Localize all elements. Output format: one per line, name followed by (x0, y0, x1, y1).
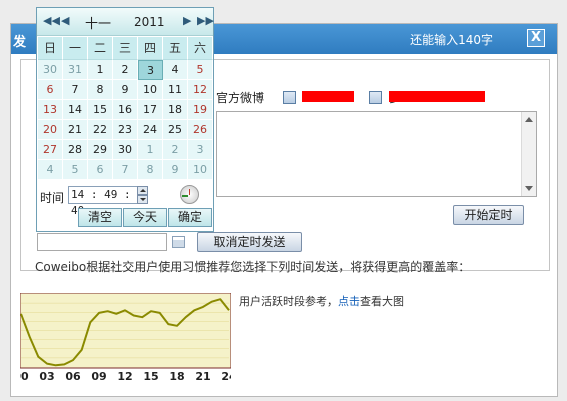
weekday-header: 日 (38, 37, 63, 60)
calendar-day[interactable]: 8 (138, 160, 163, 180)
scroll-up-arrow-icon[interactable] (525, 117, 533, 122)
calendar-year[interactable]: 2011 (134, 15, 165, 29)
calendar-day[interactable]: 29 (88, 140, 113, 160)
prev-month-icon[interactable]: ◀ (61, 14, 69, 27)
activity-caption: 用户活跃时段参考，点击查看大图 (239, 293, 404, 309)
calendar-day[interactable]: 9 (113, 80, 138, 100)
chart-tick-label: 24 (221, 370, 231, 383)
chart-tick-label: 21 (195, 370, 210, 383)
calendar-day[interactable]: 17 (138, 100, 163, 120)
account-label: 官方微博 (216, 91, 265, 105)
calendar-day[interactable]: 5 (63, 160, 88, 180)
message-textarea[interactable] (216, 111, 537, 197)
calendar-day[interactable]: 7 (113, 160, 138, 180)
time-label: 时间 (40, 191, 65, 205)
calendar-day[interactable]: 2 (163, 140, 188, 160)
dialog-title: 发 (13, 35, 27, 50)
calendar-day[interactable]: 3 (188, 140, 213, 160)
calendar-day[interactable]: 14 (63, 100, 88, 120)
chart-tick-label: 12 (117, 370, 132, 383)
calendar-day[interactable]: 20 (38, 120, 63, 140)
char-count: 还能输入140字 (410, 33, 493, 47)
weekday-header: 二 (88, 37, 113, 60)
calendar-day[interactable]: 10 (138, 80, 163, 100)
calendar-day[interactable]: 16 (113, 100, 138, 120)
calendar-day[interactable]: 27 (38, 140, 63, 160)
weekday-header: 六 (188, 37, 213, 60)
redacted-account-1 (302, 91, 354, 102)
weekday-header: 五 (163, 37, 188, 60)
chart-tick-label: 03 (39, 370, 54, 383)
cancel-schedule-button[interactable]: 取消定时发送 (197, 232, 302, 252)
calendar-grid: 日一二三四五六 30 31 1 2 3 4 5 6 7 8 9 10 11 12 13 14 15 16 17 18 19… (37, 36, 213, 181)
start-schedule-button[interactable]: 开始定时 (453, 205, 524, 225)
weekday-header: 三 (113, 37, 138, 60)
calendar-day[interactable]: 6 (38, 80, 63, 100)
calendar-actions: 清空 今天 确定 (37, 208, 213, 230)
chart-tick-label: 15 (143, 370, 158, 383)
calendar-day[interactable]: 3 (138, 60, 163, 80)
calendar-day[interactable]: 4 (163, 60, 188, 80)
calendar-day[interactable]: 1 (138, 140, 163, 160)
date-picker: ◀◀ ◀ 十一 2011 ▶ ▶▶ 日一二三四五六 30 31 1 2 3 4 5 6 7 8 9 10… (36, 7, 214, 232)
chart-tick-label: 18 (169, 370, 184, 383)
next-year-icon[interactable]: ▶▶ (197, 14, 214, 27)
calendar-day[interactable]: 11 (163, 80, 188, 100)
activity-caption-prefix: 用户活跃时段参考， (239, 295, 338, 308)
calendar-day[interactable]: 6 (88, 160, 113, 180)
chart-tick-label: 00 (20, 370, 29, 383)
ok-button[interactable]: 确定 (168, 208, 212, 227)
calendar-header: ◀◀ ◀ 十一 2011 ▶ ▶▶ (37, 8, 214, 36)
calendar-day[interactable]: 23 (113, 120, 138, 140)
calendar-day[interactable]: 8 (88, 80, 113, 100)
activity-chart[interactable]: 00 03 06 09 12 15 18 21 24 (20, 293, 231, 384)
close-button[interactable]: X (527, 29, 545, 47)
calendar-day[interactable]: 2 (113, 60, 138, 80)
calendar-day[interactable]: 26 (188, 120, 213, 140)
view-large-chart-link[interactable]: 点击 (338, 295, 360, 308)
clear-button[interactable]: 清空 (78, 208, 122, 227)
time-down-icon[interactable] (137, 195, 148, 204)
recommendation-text: Coweibo根据社交用户使用习惯推荐您选择下列时间发送，将获得更高的覆盖率： (35, 260, 471, 274)
calendar-day[interactable]: 30 (38, 60, 63, 80)
schedule-date-input[interactable] (37, 233, 167, 251)
redacted-account-2 (389, 91, 485, 102)
calendar-day[interactable]: 24 (138, 120, 163, 140)
today-button[interactable]: 今天 (123, 208, 167, 227)
time-row: 时间 14 : 49 : 40 (37, 184, 213, 217)
calendar-day[interactable]: 4 (38, 160, 63, 180)
weekday-header: 一 (63, 37, 88, 60)
textarea-scrollbar[interactable] (521, 112, 536, 196)
calendar-day[interactable]: 10 (188, 160, 213, 180)
calendar-day[interactable]: 31 (63, 60, 88, 80)
calendar-day[interactable]: 19 (188, 100, 213, 120)
account-checkbox-2[interactable] (369, 91, 382, 104)
calendar-day[interactable]: 30 (113, 140, 138, 160)
scroll-down-arrow-icon[interactable] (525, 186, 533, 191)
calendar-day[interactable]: 13 (38, 100, 63, 120)
account-checkbox-1[interactable] (283, 91, 296, 104)
calendar-day[interactable]: 15 (88, 100, 113, 120)
calendar-day[interactable]: 9 (163, 160, 188, 180)
clock-icon[interactable] (180, 185, 199, 204)
calendar-icon[interactable] (172, 236, 185, 248)
weekday-header: 四 (138, 37, 163, 60)
next-month-icon[interactable]: ▶ (183, 14, 191, 27)
time-input[interactable]: 14 : 49 : 40 (68, 186, 138, 217)
calendar-day[interactable]: 18 (163, 100, 188, 120)
activity-caption-suffix: 查看大图 (360, 295, 404, 308)
calendar-day[interactable]: 1 (88, 60, 113, 80)
calendar-day[interactable]: 12 (188, 80, 213, 100)
calendar-day[interactable]: 22 (88, 120, 113, 140)
calendar-day[interactable]: 7 (63, 80, 88, 100)
calendar-day[interactable]: 28 (63, 140, 88, 160)
calendar-day[interactable]: 5 (188, 60, 213, 80)
calendar-day[interactable]: 25 (163, 120, 188, 140)
calendar-month[interactable]: 十一 (85, 13, 111, 32)
time-up-icon[interactable] (137, 186, 148, 195)
calendar-day[interactable]: 21 (63, 120, 88, 140)
chart-tick-label: 06 (65, 370, 81, 383)
prev-year-icon[interactable]: ◀◀ (43, 14, 60, 27)
chart-tick-label: 09 (91, 370, 106, 383)
